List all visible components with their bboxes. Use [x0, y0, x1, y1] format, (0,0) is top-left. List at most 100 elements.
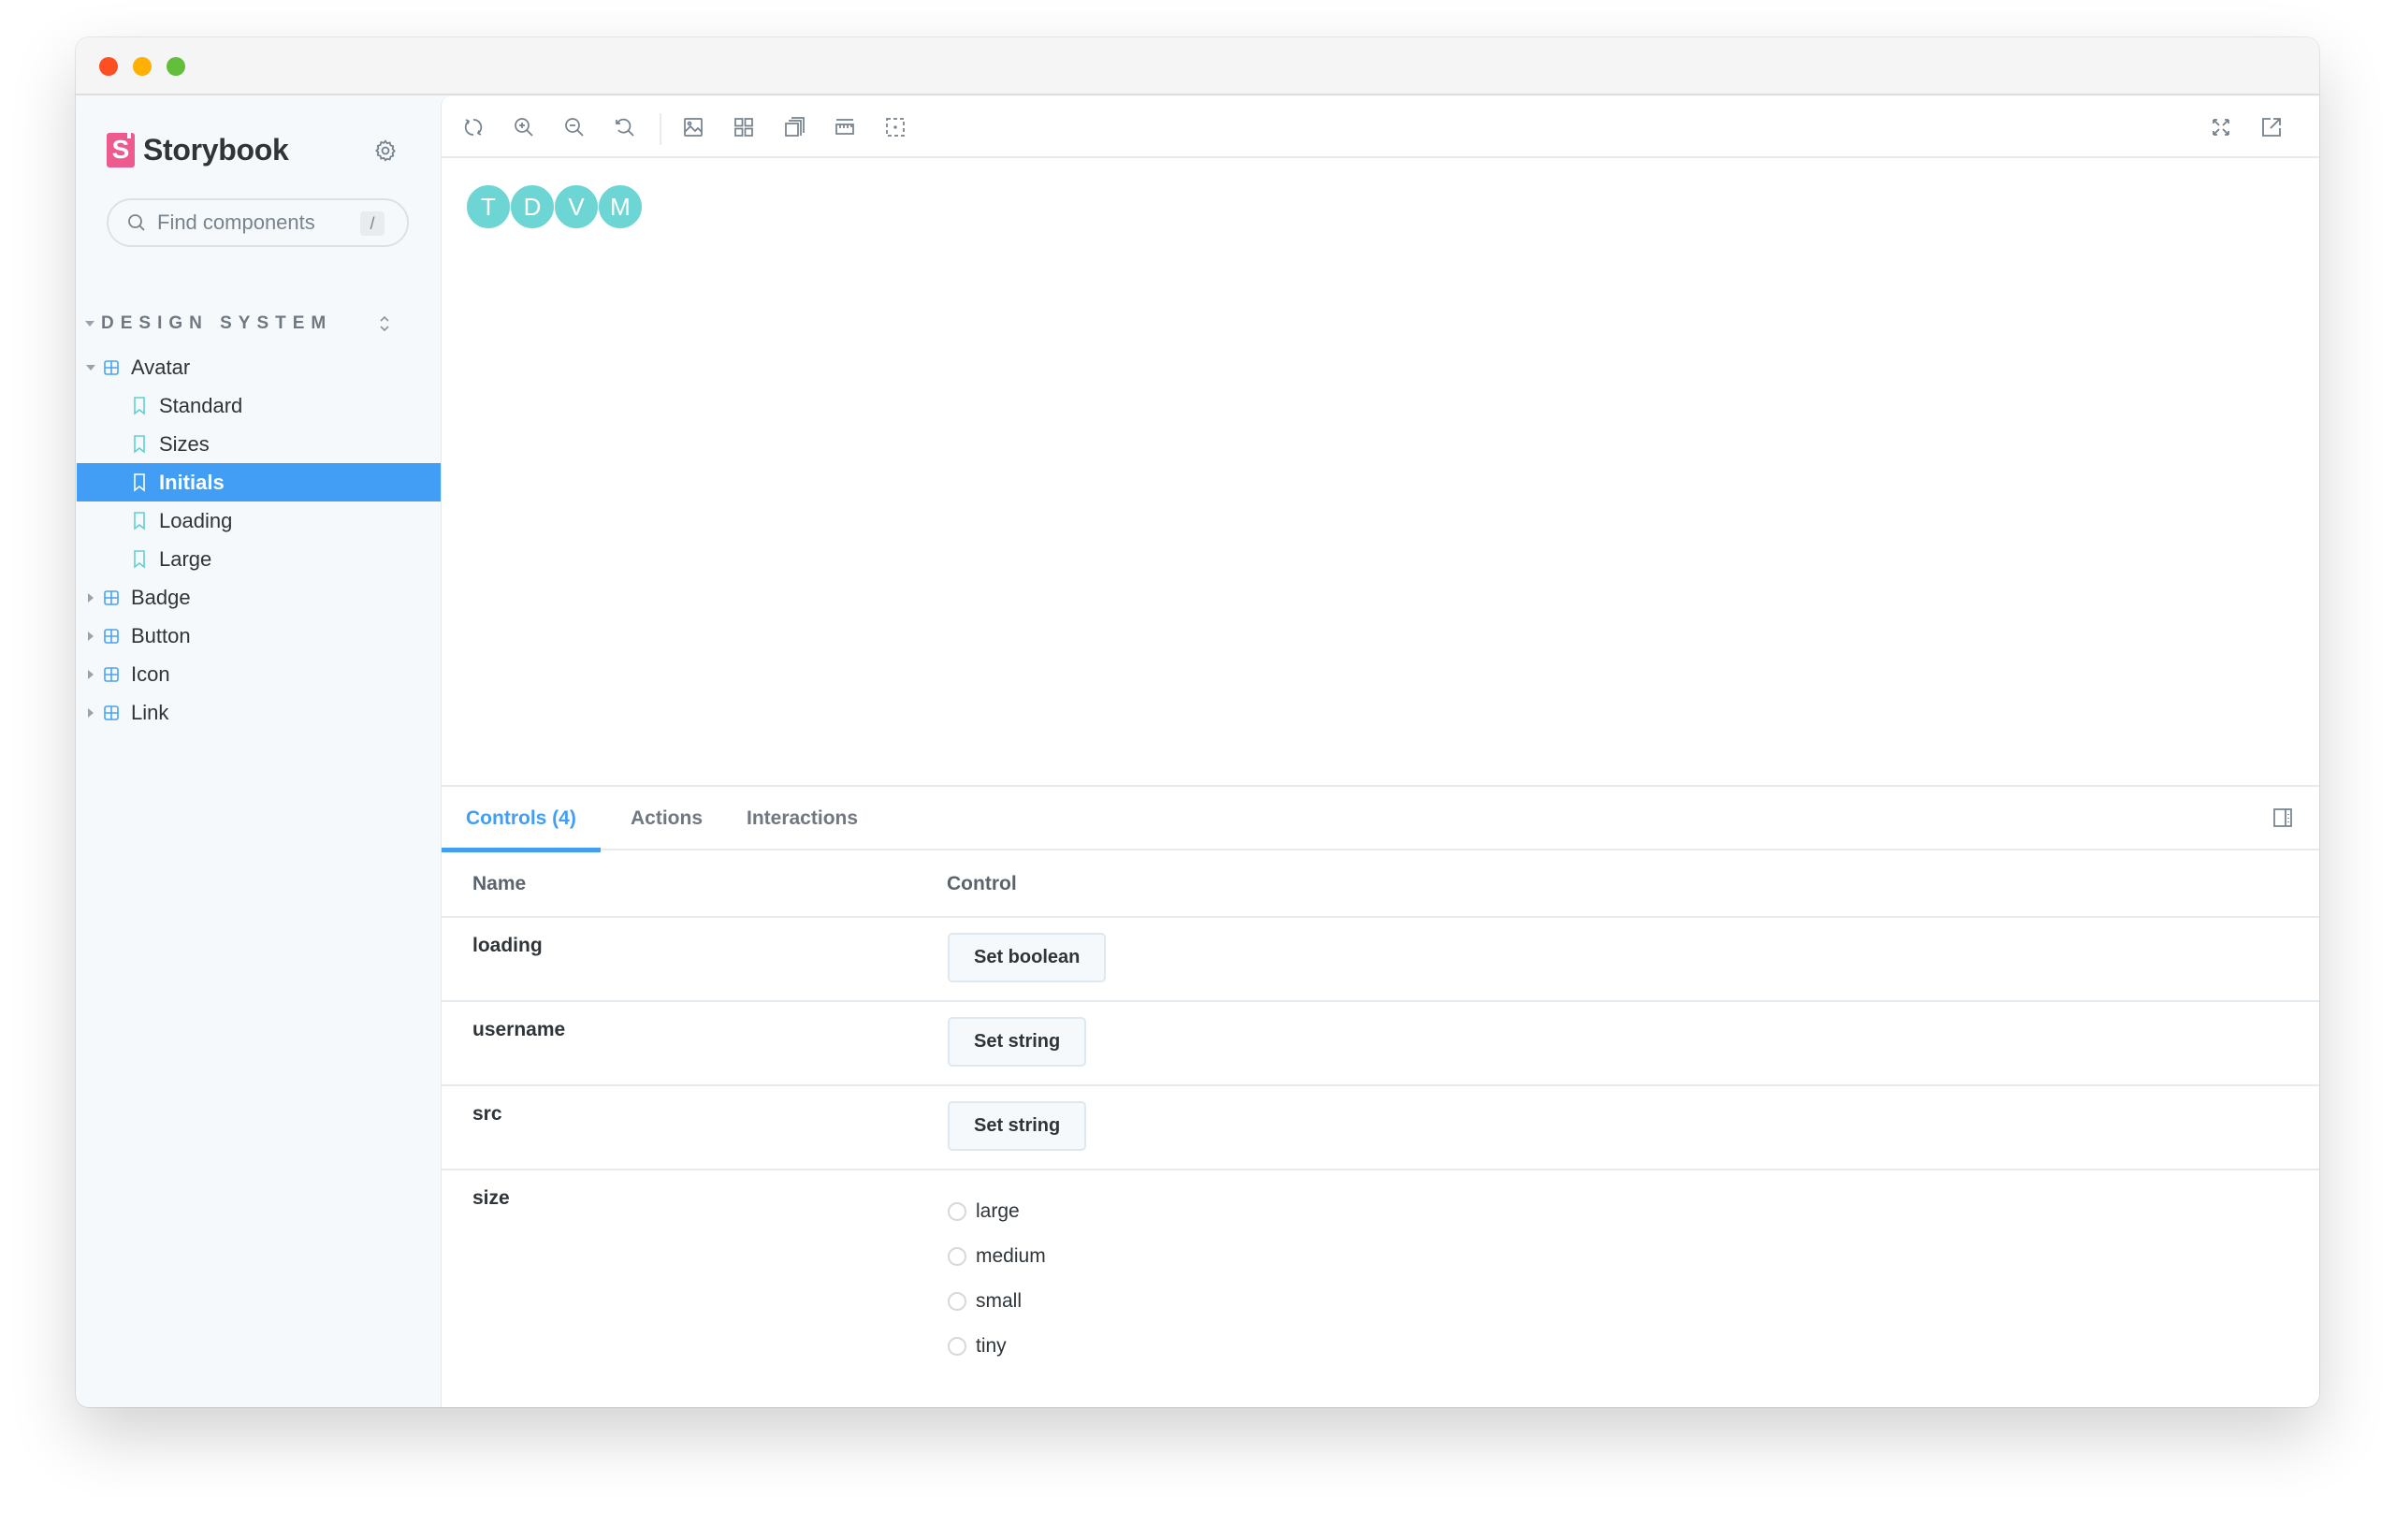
remount-icon	[464, 119, 483, 136]
tree-item-label: Button	[131, 623, 191, 647]
bookmark-icon	[134, 396, 145, 415]
measure-button[interactable]	[831, 113, 859, 141]
tree-item-standard[interactable]: Standard	[77, 386, 441, 425]
search-shortcut-hint: /	[360, 211, 385, 236]
component-icon	[104, 628, 119, 644]
viewport-button[interactable]	[780, 113, 808, 141]
expand-arrow-icon	[88, 669, 94, 679]
component-tree: Avatar Standard Sizes Initials Loading L…	[77, 348, 441, 732]
component-icon	[104, 666, 119, 682]
tree-item-icon[interactable]: Icon	[77, 655, 441, 693]
tree-item-label: Initials	[159, 470, 225, 494]
app-window: S Storybook / DESIGN SYSTEM	[76, 37, 2319, 1407]
tree-item-loading[interactable]: Loading	[77, 501, 441, 540]
sidebar-alt-icon	[2273, 808, 2292, 827]
expand-collapse-all-icon[interactable]	[375, 312, 394, 335]
radio-option-large[interactable]: large	[948, 1189, 1046, 1234]
zoom-out-button[interactable]	[560, 113, 588, 141]
avatar-list: T D V M	[466, 184, 643, 229]
outline-button[interactable]	[881, 113, 909, 141]
table-row: username Set string	[442, 1002, 2319, 1086]
viewport-icon	[785, 117, 805, 137]
tree-item-badge[interactable]: Badge	[77, 578, 441, 617]
brand-name: Storybook	[143, 132, 289, 167]
main-panel: T D V M Controls (4) Actions Interaction…	[441, 96, 2319, 1407]
table-row: size large medium small tiny	[442, 1170, 2319, 1395]
grid-icon	[734, 118, 753, 137]
tree-item-sizes[interactable]: Sizes	[77, 425, 441, 463]
radio-button[interactable]	[948, 1292, 966, 1311]
bookmark-icon	[134, 434, 145, 454]
search-input[interactable]	[157, 211, 344, 235]
radio-label: tiny	[976, 1335, 1007, 1357]
radio-button[interactable]	[948, 1337, 966, 1356]
zoom-out-icon	[565, 118, 584, 137]
tree-item-label: Badge	[131, 585, 191, 609]
set-boolean-button[interactable]: Set boolean	[948, 933, 1107, 982]
avatar: T	[466, 184, 511, 229]
size-radio-group: large medium small tiny	[948, 1189, 1046, 1369]
addons-panel: Controls (4) Actions Interactions Name C…	[442, 785, 2319, 1407]
tab-actions[interactable]: Actions	[606, 787, 727, 850]
panel-orientation-button[interactable]	[2271, 806, 2295, 830]
zoom-reset-icon	[616, 118, 634, 137]
minimize-window-button[interactable]	[133, 57, 152, 76]
open-new-tab-button[interactable]	[2257, 113, 2286, 141]
measure-icon	[835, 119, 854, 135]
remount-button[interactable]	[459, 113, 487, 141]
caret-down-icon	[85, 321, 94, 327]
component-icon	[104, 589, 119, 605]
tree-item-label: Large	[159, 546, 212, 571]
story-preview-canvas: T D V M	[442, 160, 2319, 785]
toolbar-divider	[660, 113, 661, 145]
open-new-tab-icon	[2262, 118, 2281, 137]
component-icon	[104, 359, 119, 375]
table-row: src Set string	[442, 1086, 2319, 1170]
tree-item-button[interactable]: Button	[77, 617, 441, 655]
zoom-in-button[interactable]	[510, 113, 538, 141]
radio-option-small[interactable]: small	[948, 1279, 1046, 1324]
brand[interactable]: S Storybook	[107, 130, 289, 168]
controls-table: Name Control loading Set boolean usernam…	[442, 852, 2319, 1395]
storybook-logo-icon: S	[107, 130, 135, 167]
tree-item-large[interactable]: Large	[77, 540, 441, 578]
tree-item-label: Loading	[159, 508, 233, 532]
set-string-button[interactable]: Set string	[948, 1101, 1087, 1151]
expand-arrow-icon	[88, 631, 94, 641]
tree-item-label: Sizes	[159, 431, 210, 456]
tree-item-label: Avatar	[131, 355, 191, 379]
bookmark-icon	[134, 511, 145, 530]
tab-controls[interactable]: Controls (4)	[442, 787, 601, 852]
tree-item-avatar[interactable]: Avatar	[77, 348, 441, 386]
search-icon	[128, 214, 145, 231]
radio-option-medium[interactable]: medium	[948, 1234, 1046, 1279]
zoom-reset-button[interactable]	[611, 113, 639, 141]
tab-interactions[interactable]: Interactions	[722, 787, 882, 850]
search-field[interactable]: /	[107, 198, 409, 247]
arg-name: loading	[472, 935, 543, 956]
radio-button[interactable]	[948, 1202, 966, 1221]
close-window-button[interactable]	[99, 57, 118, 76]
radio-button[interactable]	[948, 1247, 966, 1266]
arg-name: username	[472, 1019, 566, 1040]
tree-item-label: Link	[131, 700, 169, 724]
settings-button[interactable]	[371, 137, 399, 165]
grid-button[interactable]	[730, 113, 758, 141]
background-button[interactable]	[679, 113, 707, 141]
bookmark-icon	[134, 472, 145, 492]
component-icon	[104, 705, 119, 720]
radio-label: medium	[976, 1245, 1046, 1267]
section-design-system[interactable]: DESIGN SYSTEM	[85, 311, 431, 337]
tree-item-initials[interactable]: Initials	[77, 463, 441, 501]
tree-item-link[interactable]: Link	[77, 693, 441, 732]
preview-toolbar	[442, 96, 2319, 158]
expand-arrow-icon	[86, 364, 95, 370]
avatar: M	[598, 184, 643, 229]
radio-label: large	[976, 1200, 1020, 1222]
outline-icon	[886, 118, 905, 137]
fullscreen-button[interactable]	[2207, 113, 2235, 141]
set-string-button[interactable]: Set string	[948, 1017, 1087, 1067]
maximize-window-button[interactable]	[167, 57, 185, 76]
tree-item-label: Standard	[159, 393, 243, 417]
radio-option-tiny[interactable]: tiny	[948, 1324, 1046, 1369]
